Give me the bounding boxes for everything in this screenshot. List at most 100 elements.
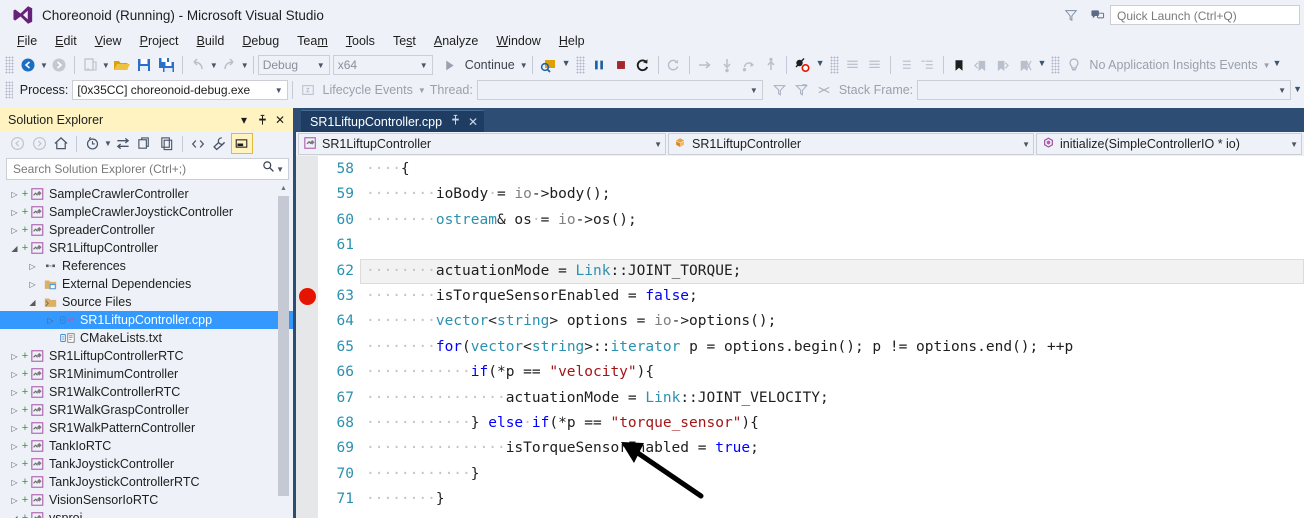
close-icon[interactable]: ✕ <box>468 115 478 129</box>
toolbar-overflow-icon[interactable]: ▼ <box>562 58 571 68</box>
tree-item[interactable]: ▷ + SampleCrawlerController <box>0 185 293 203</box>
toolbar-grip[interactable] <box>575 56 585 74</box>
preview-selected-items-icon[interactable] <box>230 133 253 154</box>
break-all-pause-icon[interactable] <box>588 54 610 76</box>
code-line[interactable]: ············if(*p == "velocity"){ <box>366 360 654 385</box>
new-item-dropdown-icon[interactable]: ▼ <box>102 61 110 70</box>
toolbar-grip[interactable] <box>1051 56 1061 74</box>
code-line[interactable]: ················actuationMode = Link::JO… <box>366 386 829 411</box>
pending-changes-dropdown-icon[interactable]: ▼ <box>104 139 112 148</box>
menu-item-edit[interactable]: Edit <box>46 32 86 50</box>
tree-expander-icon[interactable]: ▷ <box>8 190 21 199</box>
menu-item-view[interactable]: View <box>86 32 131 50</box>
tree-expander-icon[interactable]: ◢ <box>8 514 21 518</box>
stop-debugging-icon[interactable] <box>610 54 632 76</box>
continue-dropdown-icon[interactable]: ▼ <box>520 61 528 70</box>
breakpoint-icon[interactable] <box>299 288 316 305</box>
tree-expander-icon[interactable]: ▷ <box>26 262 39 271</box>
code-line[interactable]: ········ostream& os·= io->os(); <box>366 208 637 233</box>
stack-frame-combo[interactable]: ▼ <box>917 80 1292 100</box>
tree-expander-icon[interactable]: ▷ <box>8 424 21 433</box>
tree-expander-icon[interactable]: ▷ <box>8 460 21 469</box>
code-line[interactable]: ················isTorqueSensorEnabled = … <box>366 436 759 461</box>
toolbar-overflow-icon[interactable]: ▼ <box>1038 58 1047 68</box>
navbar-project-combo[interactable]: SR1LiftupController ▼ <box>298 133 666 155</box>
solution-tree[interactable]: ▲ ▷ + SampleCrawlerController ▷ + SampleCrawl… <box>0 182 293 518</box>
search-dropdown-icon[interactable]: ▼ <box>276 165 284 174</box>
navigate-back-icon[interactable] <box>17 54 39 76</box>
tree-item[interactable]: ▷ + SpreaderController <box>0 221 293 239</box>
tree-expander-icon[interactable]: ◢ <box>8 244 21 253</box>
tree-expander-icon[interactable]: ▷ <box>8 406 21 415</box>
properties-icon[interactable] <box>209 133 231 154</box>
tree-item[interactable]: ▷ + SR1WalkPatternController <box>0 419 293 437</box>
attach-to-process-icon[interactable] <box>537 54 560 76</box>
tree-item[interactable]: ◢ + vsproj <box>0 509 293 518</box>
restart-icon[interactable] <box>632 54 654 76</box>
menu-item-tools[interactable]: Tools <box>337 32 384 50</box>
save-icon[interactable] <box>133 54 155 76</box>
tree-item[interactable]: ▷ + SR1WalkGraspController <box>0 401 293 419</box>
disable-breakpoints-icon[interactable] <box>791 54 814 76</box>
editor-tab-sr1liftupcontroller-cpp[interactable]: SR1LiftupController.cpp ✕ <box>301 110 485 132</box>
collapse-all-icon[interactable] <box>156 133 178 154</box>
tree-item[interactable]: CMakeLists.txt <box>0 329 293 347</box>
tree-item[interactable]: ▷ References <box>0 257 293 275</box>
funnel-icon[interactable] <box>1058 2 1084 28</box>
tree-item[interactable]: ◢ Source Files <box>0 293 293 311</box>
code-line[interactable]: ············} <box>366 462 480 487</box>
tree-expander-icon[interactable]: ▷ <box>8 442 21 451</box>
feedback-smiley-icon[interactable] <box>1084 2 1110 28</box>
code-line[interactable]: ············} else·if(*p == "torque_sens… <box>366 411 759 436</box>
toolbar-overflow-icon[interactable]: ▼ <box>1273 58 1282 68</box>
menu-item-file[interactable]: File <box>8 32 46 50</box>
navbar-class-combo[interactable]: SR1LiftupController ▼ <box>668 133 1034 155</box>
home-icon[interactable] <box>50 133 72 154</box>
navbar-member-combo[interactable]: initialize(SimpleControllerIO * io) ▼ <box>1036 133 1302 155</box>
dropdown-icon[interactable]: ▾ <box>235 111 253 129</box>
menu-item-project[interactable]: Project <box>131 32 188 50</box>
tree-item[interactable]: ▷ + SampleCrawlerJoystickController <box>0 203 293 221</box>
code-line[interactable]: ········} <box>366 487 445 512</box>
sync-with-active-document-icon[interactable] <box>112 133 134 154</box>
refresh-icon[interactable] <box>134 133 156 154</box>
close-icon[interactable]: ✕ <box>271 111 289 129</box>
menu-item-test[interactable]: Test <box>384 32 425 50</box>
tree-expander-icon[interactable]: ▷ <box>8 352 21 361</box>
menu-item-team[interactable]: Team <box>288 32 337 50</box>
continue-play-icon[interactable] <box>439 54 461 76</box>
toolbar-grip[interactable] <box>829 56 839 74</box>
tree-expander-icon[interactable]: ▷ <box>8 370 21 379</box>
tree-expander-icon[interactable]: ▷ <box>26 280 39 289</box>
lifecycle-dropdown-icon[interactable]: ▼ <box>418 86 426 95</box>
code-text-area[interactable]: 585960616263646566676869707172 ····{····… <box>296 156 1304 518</box>
navigate-back-dropdown-icon[interactable]: ▼ <box>40 61 48 70</box>
menu-item-debug[interactable]: Debug <box>233 32 288 50</box>
toggle-bookmark-icon[interactable] <box>948 54 970 76</box>
code-line[interactable]: ········vector<string> options = io->opt… <box>366 309 776 334</box>
tree-expander-icon[interactable]: ▷ <box>8 388 21 397</box>
process-combo[interactable]: [0x35CC] choreonoid-debug.exe ▼ <box>72 80 288 100</box>
code-lines[interactable]: ····{········ioBody·= io->body(); ·······… <box>360 156 1304 518</box>
scrollbar-thumb[interactable] <box>278 196 289 496</box>
toolbar-grip[interactable] <box>5 56 14 74</box>
pin-icon[interactable] <box>450 114 461 129</box>
code-line[interactable]: ········ioBody·= io->body(); <box>366 182 610 207</box>
search-icon[interactable] <box>262 160 275 178</box>
quick-launch-input[interactable]: Quick Launch (Ctrl+Q) <box>1110 5 1300 25</box>
tree-item[interactable]: ▷ + TankJoystickControllerRTC <box>0 473 293 491</box>
scroll-up-icon[interactable]: ▲ <box>278 182 289 194</box>
tree-item[interactable]: ▷ + TankJoystickController <box>0 455 293 473</box>
solution-configuration-combo[interactable]: Debug ▼ <box>257 55 330 75</box>
tree-item[interactable]: ▷ + TankIoRTC <box>0 437 293 455</box>
tree-item-selected[interactable]: ▷ SR1LiftupController.cpp <box>0 311 293 329</box>
undo-dropdown-icon[interactable]: ▼ <box>210 61 218 70</box>
application-insights-dropdown-icon[interactable]: ▼ <box>1263 61 1271 70</box>
code-line[interactable]: ········isTorqueSensorEnabled = false; <box>366 284 698 309</box>
solution-explorer-search[interactable]: Search Solution Explorer (Ctrl+;) ▼ <box>6 158 289 180</box>
solution-tree-scrollbar[interactable]: ▲ <box>278 182 291 518</box>
menu-item-help[interactable]: Help <box>550 32 594 50</box>
tree-item[interactable]: ▷ + SR1WalkControllerRTC <box>0 383 293 401</box>
tree-expander-icon[interactable]: ▷ <box>8 478 21 487</box>
code-line[interactable]: ········actuationMode = Link::JOINT_TORQ… <box>366 259 741 284</box>
